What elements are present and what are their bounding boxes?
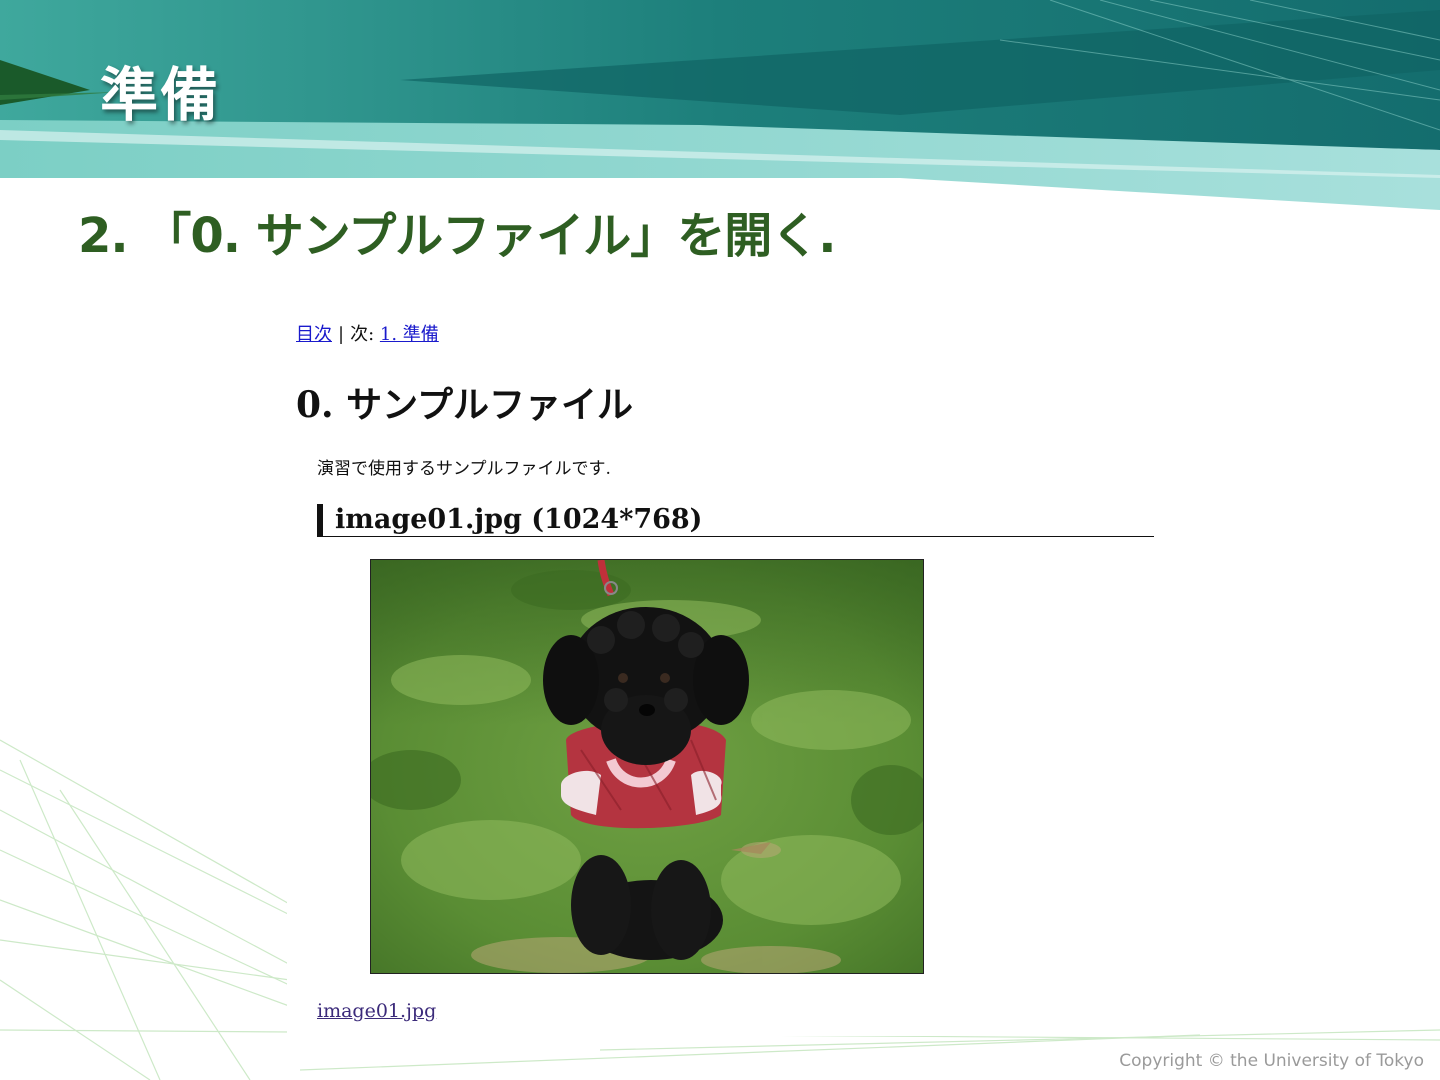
- intro-text: 演習で使用するサンプルファイルです.: [317, 459, 611, 479]
- next-link[interactable]: 1. 準備: [380, 324, 439, 345]
- slide-title: 準備: [100, 61, 221, 129]
- dog-photo-image: [371, 560, 923, 973]
- dog-photo: [370, 559, 924, 974]
- toc-link[interactable]: 目次: [296, 324, 332, 345]
- image01-link[interactable]: image01.jpg: [317, 1000, 436, 1022]
- page-title: 0. サンプルファイル: [296, 384, 634, 426]
- file-heading: image01.jpg (1024*768): [317, 504, 1154, 537]
- next-prefix: 次:: [350, 324, 375, 345]
- nav-separator: |: [338, 324, 345, 345]
- browser-page: 目次 | 次: 1. 準備 0. サンプルファイル 演習で使用するサンプルファイルで…: [287, 296, 1154, 1036]
- breadcrumb: 目次 | 次: 1. 準備: [296, 320, 439, 346]
- step-heading: 2. 「0. サンプルファイル」を開く.: [78, 208, 836, 264]
- copyright-text: Copyright © the University of Tokyo: [1119, 1051, 1424, 1071]
